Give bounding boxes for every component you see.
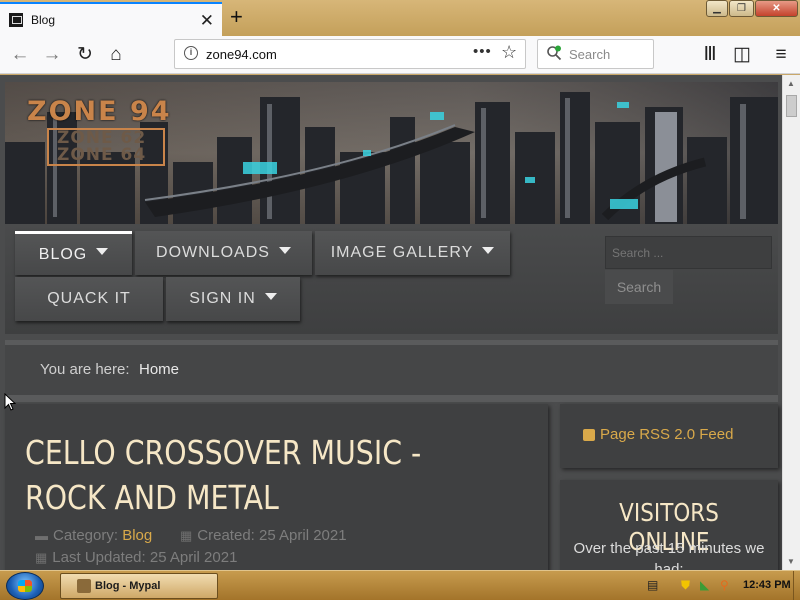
scroll-up-arrow-icon[interactable]: ▲ (787, 79, 795, 88)
article-panel: CELLO CROSSOVER MUSIC - ROCK AND METAL ▬… (5, 404, 548, 570)
start-button[interactable] (6, 572, 44, 600)
tab-close-icon[interactable]: ✕ (200, 12, 214, 29)
logo-sub-text: ZONE 64 (57, 145, 147, 165)
vertical-scrollbar[interactable]: ▲ ▼ (782, 75, 800, 570)
visitors-panel: VISITORS ONLINE Over the past 15 minutes… (560, 480, 778, 570)
scrollbar-thumb[interactable] (786, 95, 797, 117)
rss-icon (583, 429, 595, 441)
mouse-cursor-icon (4, 393, 16, 411)
browser-app-icon (77, 579, 91, 593)
menu-item-downloads[interactable]: DOWNLOADS (135, 231, 312, 275)
logo-box: ZONE 62 ZONE 64 (47, 128, 165, 166)
menu-item-blog[interactable]: BLOG (15, 231, 132, 275)
menu-item-sign-in[interactable]: SIGN IN (166, 277, 300, 321)
logo-main-text: ZONE 94 (27, 96, 172, 127)
menu-item-image-gallery[interactable]: IMAGE GALLERY (315, 231, 510, 275)
url-text[interactable]: zone94.com (206, 47, 277, 62)
shield-icon[interactable]: ⛊ (681, 578, 690, 593)
category-link[interactable]: Blog (122, 527, 152, 544)
site-info-icon[interactable]: i (184, 46, 198, 60)
os-taskbar: Blog - Mypal ▤ ⛊ ◣ ⚲ 12:43 PM (0, 570, 800, 600)
chevron-down-icon (264, 292, 277, 300)
taskbar-window-label: Blog - Mypal (95, 580, 161, 592)
category-label: Category: (53, 527, 119, 544)
page-viewport: ZONE 94 ZONE 62 ZONE 64 BLOG DOWNLOADS I… (0, 75, 782, 570)
breadcrumb-home-link[interactable]: Home (139, 361, 179, 378)
windows-logo-icon (18, 580, 32, 592)
site-logo[interactable]: ZONE 94 ZONE 62 ZONE 64 (27, 96, 172, 166)
calendar-icon: ▦ (180, 528, 193, 543)
home-icon[interactable]: ⌂ (104, 43, 128, 67)
menu-item-quack-it[interactable]: QUACK IT (15, 277, 163, 321)
visitors-text: Over the past 15 minutes we had: (573, 540, 765, 570)
breadcrumb-label: You are here: (40, 361, 130, 378)
menu-item-label: DOWNLOADS (156, 244, 270, 261)
search-icon[interactable]: ⚲ (720, 578, 729, 592)
browser-tab[interactable]: Blog ✕ (0, 2, 222, 36)
created-date: Created: 25 April 2021 (197, 527, 347, 544)
menu-item-label: QUACK IT (47, 290, 131, 307)
browser-title-bar: Blog ✕ + ▁ ❐ ✕ (0, 0, 800, 36)
site-search-input[interactable] (605, 236, 772, 269)
scroll-down-arrow-icon[interactable]: ▼ (787, 557, 795, 566)
article-updated: ▦ Last Updated: 25 April 2021 (35, 549, 237, 566)
page-actions-more-icon[interactable]: ••• (473, 43, 492, 60)
site-favicon-icon (9, 13, 23, 27)
library-icon[interactable]: Ⅲ (698, 43, 722, 67)
sidebar-toggle-icon[interactable]: ◫ (730, 43, 754, 67)
hamburger-menu-icon[interactable]: ≡ (769, 43, 793, 67)
chevron-down-icon (96, 248, 109, 255)
folder-icon: ▬ (35, 528, 48, 543)
new-tab-plus-icon[interactable]: + (230, 5, 243, 29)
keyboard-icon[interactable]: ▤ (647, 578, 658, 592)
browser-search-box[interactable]: Search (537, 39, 654, 69)
rss-feed-link[interactable]: Page RSS 2.0 Feed (600, 426, 733, 443)
back-arrow-icon[interactable]: ← (8, 43, 32, 67)
window-minimize-button[interactable]: ▁ (706, 0, 728, 17)
menu-item-label: SIGN IN (189, 290, 256, 307)
network-icon[interactable]: ◣ (700, 578, 709, 592)
header-banner: ZONE 94 ZONE 62 ZONE 64 (5, 82, 778, 224)
breadcrumb: You are here: Home (5, 340, 778, 395)
article-category: ▬ Category: Blog (35, 527, 152, 544)
tab-title: Blog (31, 13, 56, 27)
article-title[interactable]: CELLO CROSSOVER MUSIC - ROCK AND METAL (25, 430, 464, 520)
site-search-button[interactable]: Search (605, 270, 673, 304)
updated-date: Last Updated: 25 April 2021 (52, 549, 238, 566)
content-divider (5, 395, 778, 402)
forward-arrow-icon[interactable]: → (40, 43, 64, 67)
reload-icon[interactable]: ↻ (73, 43, 97, 67)
show-desktop-button[interactable] (793, 571, 800, 600)
address-bar[interactable]: i zone94.com ••• ☆ (174, 39, 526, 69)
system-clock[interactable]: 12:43 PM (743, 579, 791, 591)
chevron-down-icon (278, 246, 291, 254)
chevron-down-icon (482, 246, 495, 254)
bookmark-star-icon[interactable]: ☆ (501, 42, 517, 63)
rss-panel: Page RSS 2.0 Feed (560, 404, 778, 468)
calendar-icon: ▦ (35, 550, 48, 565)
navigation-toolbar: ← → ↻ ⌂ i zone94.com ••• ☆ Search Ⅲ ◫ ≡ (0, 36, 800, 74)
site-container: ZONE 94 ZONE 62 ZONE 64 BLOG DOWNLOADS I… (5, 82, 778, 570)
menu-item-label: BLOG (38, 245, 88, 263)
search-icon (547, 45, 562, 61)
article-created: ▦ Created: 25 April 2021 (180, 527, 347, 544)
window-close-button[interactable]: ✕ (755, 0, 798, 17)
search-placeholder: Search (569, 47, 611, 62)
main-menu-bar: BLOG DOWNLOADS IMAGE GALLERY QUACK IT SI… (5, 224, 778, 334)
window-maximize-button[interactable]: ❐ (729, 0, 754, 17)
taskbar-window-item[interactable]: Blog - Mypal (60, 573, 218, 599)
menu-item-label: IMAGE GALLERY (330, 244, 474, 261)
